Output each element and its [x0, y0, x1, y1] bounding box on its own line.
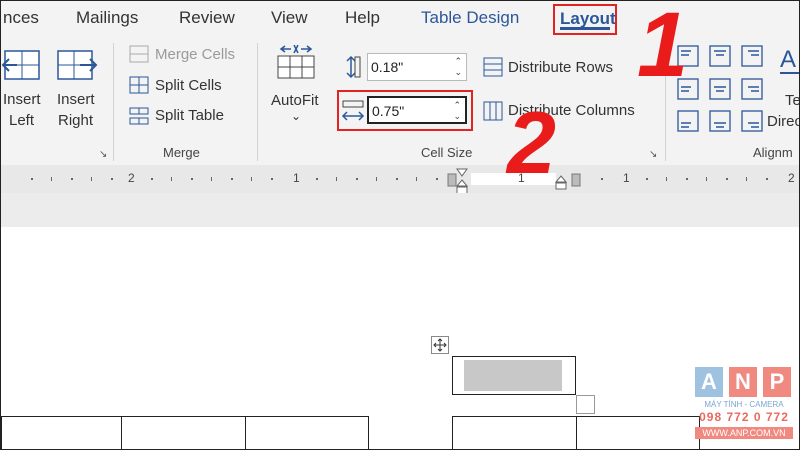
ruler-tick — [646, 178, 648, 180]
anp-phone: 098 772 0 772 — [699, 410, 789, 424]
tab-help[interactable]: Help — [345, 8, 380, 28]
alignment-grid-icon[interactable] — [677, 45, 767, 142]
merge-group-label: Merge — [163, 145, 200, 160]
ruler-label: 1 — [623, 171, 630, 185]
step-1-annotation: 1 — [637, 0, 689, 96]
insert-right-label-2[interactable]: Right — [58, 112, 93, 129]
tab-references[interactable]: nces — [3, 8, 39, 28]
text-direction-label-2[interactable]: Direc — [767, 113, 799, 130]
insert-left-label-1[interactable]: Insert — [3, 91, 41, 108]
split-table-button[interactable]: Split Table — [155, 107, 224, 124]
ruler-tick — [231, 178, 233, 180]
insert-right-label-1[interactable]: Insert — [57, 91, 95, 108]
document-canvas-margin — [1, 193, 799, 227]
split-table-icon — [129, 107, 149, 130]
ruler-tick — [91, 177, 92, 181]
table-resize-handle[interactable] — [576, 395, 595, 414]
column-marker-right[interactable] — [571, 173, 581, 192]
autofit-dropdown-chevron-icon[interactable]: ⌄ — [291, 109, 301, 123]
ruler-tick — [416, 177, 417, 181]
autofit-icon[interactable] — [275, 44, 317, 86]
table-cell[interactable] — [121, 416, 246, 449]
rows-columns-launcher-icon[interactable]: ↘ — [99, 149, 107, 160]
table-cell[interactable] — [245, 416, 369, 449]
ruler-tick — [316, 178, 318, 180]
anp-letter: P — [763, 367, 791, 397]
insert-left-icon[interactable] — [1, 49, 41, 86]
ruler-tick — [151, 178, 153, 180]
text-direction-label-1[interactable]: Te — [785, 92, 799, 109]
cell-size-group-label: Cell Size — [421, 145, 473, 160]
ruler-tick — [726, 178, 728, 180]
ruler-label: 2 — [788, 171, 795, 185]
active-tab-underline — [560, 27, 610, 30]
horizontal-ruler[interactable]: 2 1 1 1 2 — [1, 165, 799, 195]
ruler-label: 1 — [293, 171, 300, 185]
autofit-button[interactable]: AutoFit — [271, 92, 319, 109]
tab-review[interactable]: Review — [179, 8, 235, 28]
ruler-tick — [746, 177, 747, 181]
ruler-tick — [31, 178, 33, 180]
row-height-input[interactable]: 0.18" ⌃ ⌄ — [367, 53, 467, 81]
ruler-tick — [686, 178, 688, 180]
text-direction-icon[interactable]: A — [779, 45, 799, 80]
ruler-tick — [191, 178, 193, 180]
group-separator — [257, 43, 258, 161]
ruler-tick — [766, 178, 768, 180]
ruler-tick — [211, 177, 212, 181]
document-page[interactable]: A N P MÁY TÍNH - CAMERA 098 772 0 772 WW… — [1, 227, 799, 449]
cell-selection-highlight — [464, 360, 562, 391]
tab-layout[interactable]: Layout — [553, 4, 617, 35]
anp-letter: N — [729, 367, 757, 397]
ruler-tick — [601, 178, 603, 180]
row-height-icon — [341, 55, 361, 84]
table-cell[interactable] — [1, 416, 122, 449]
cell-size-launcher-icon[interactable]: ↘ — [649, 149, 657, 160]
insert-right-icon[interactable] — [56, 49, 98, 86]
ruler-tick — [71, 178, 73, 180]
split-cells-button[interactable]: Split Cells — [155, 77, 222, 94]
ruler-tick — [666, 177, 667, 181]
ruler-tick — [336, 177, 337, 181]
ruler-tick — [171, 177, 172, 181]
tab-table-design[interactable]: Table Design — [421, 8, 519, 28]
anp-watermark-logo: A N P MÁY TÍNH - CAMERA 098 772 0 772 WW… — [695, 367, 793, 441]
ruler-label: 2 — [128, 171, 135, 185]
ruler-tick — [271, 178, 273, 180]
ruler-tick — [436, 178, 438, 180]
split-cells-icon — [129, 76, 149, 99]
window-frame: nces Mailings Review View Help Table Des… — [0, 0, 800, 450]
insert-left-label-2[interactable]: Left — [9, 112, 34, 129]
table-cell-selected[interactable] — [452, 356, 576, 395]
step-2-annotation: 2 — [507, 93, 556, 192]
ruler-tick — [251, 177, 252, 181]
row-height-value: 0.18" — [371, 59, 404, 75]
spin-down-icon[interactable]: ⌄ — [454, 67, 462, 78]
distribute-rows-button[interactable]: Distribute Rows — [508, 59, 613, 76]
svg-text:A: A — [780, 46, 796, 73]
alignment-group-label: Alignm — [753, 145, 793, 160]
tab-layout-label: Layout — [560, 9, 616, 28]
anp-letter: A — [695, 367, 723, 397]
column-width-highlight — [337, 90, 473, 131]
distribute-columns-icon — [483, 101, 503, 126]
table-cell[interactable] — [452, 416, 577, 449]
ruler-tick — [356, 178, 358, 180]
tab-view[interactable]: View — [271, 8, 308, 28]
ruler-tick — [111, 178, 113, 180]
ruler-tick — [51, 177, 52, 181]
ruler-tick — [376, 177, 377, 181]
table-cell[interactable] — [576, 416, 700, 449]
group-separator — [113, 43, 114, 161]
merge-cells-button[interactable]: Merge Cells — [155, 46, 235, 63]
table-move-handle-icon[interactable] — [431, 336, 449, 359]
ruler-tick — [396, 178, 398, 180]
tab-mailings[interactable]: Mailings — [76, 8, 138, 28]
ruler-tick — [706, 177, 707, 181]
merge-cells-icon — [129, 45, 149, 68]
spin-up-icon[interactable]: ⌃ — [454, 56, 462, 67]
anp-website: WWW.ANP.COM.VN — [695, 427, 793, 439]
distribute-rows-icon — [483, 57, 503, 82]
anp-tagline: MÁY TÍNH - CAMERA — [704, 400, 784, 409]
